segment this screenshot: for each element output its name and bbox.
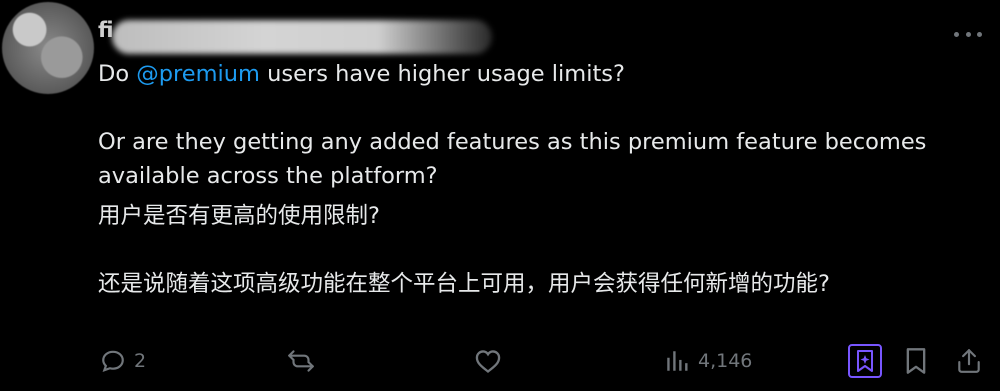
avatar[interactable] (2, 2, 94, 94)
bookmark-button[interactable] (904, 340, 928, 382)
tweet-paragraph-2: Or are they getting any added features a… (98, 129, 927, 189)
author-row: fi (98, 18, 498, 54)
translation-line-1: 用户是否有更高的使用限制? (98, 203, 380, 229)
tweet: fi Do @premium users have higher usage l… (0, 0, 1000, 391)
more-dot-icon (977, 31, 982, 37)
tweet-line-1-prefix: Do (98, 61, 137, 87)
translation-line-2: 还是说随着这项高级功能在整个平台上可用，用户会获得任何新增的功能? (98, 271, 830, 297)
reply-button[interactable]: 2 (100, 340, 146, 382)
share-button[interactable] (956, 340, 982, 382)
more-dot-icon (954, 31, 959, 37)
reply-icon (102, 350, 124, 372)
tweet-line-1-suffix: users have higher usage limits? (259, 61, 625, 87)
more-dot-icon (965, 31, 971, 37)
tweet-text: Do @premium users have higher usage limi… (98, 57, 978, 301)
retweet-icon (288, 350, 314, 372)
bookmark-icon (906, 348, 926, 374)
reply-count: 2 (134, 350, 147, 372)
retweet-button[interactable] (286, 340, 324, 382)
share-icon (958, 349, 980, 373)
views-button[interactable]: 4,146 (664, 340, 752, 382)
heart-icon (475, 350, 501, 373)
grok-bookmark-icon (857, 350, 873, 372)
views-count: 4,146 (698, 350, 753, 372)
like-button[interactable] (474, 340, 510, 382)
action-bar: 2 4,146 (0, 340, 1000, 382)
views-icon (667, 351, 688, 371)
mention-link[interactable]: @premium (136, 61, 260, 87)
tweet-line-1: Do @premium users have higher usage limi… (98, 57, 978, 91)
author-redaction (112, 20, 492, 54)
grok-bookmark-button[interactable] (848, 344, 882, 378)
more-options-button[interactable] (954, 26, 982, 42)
